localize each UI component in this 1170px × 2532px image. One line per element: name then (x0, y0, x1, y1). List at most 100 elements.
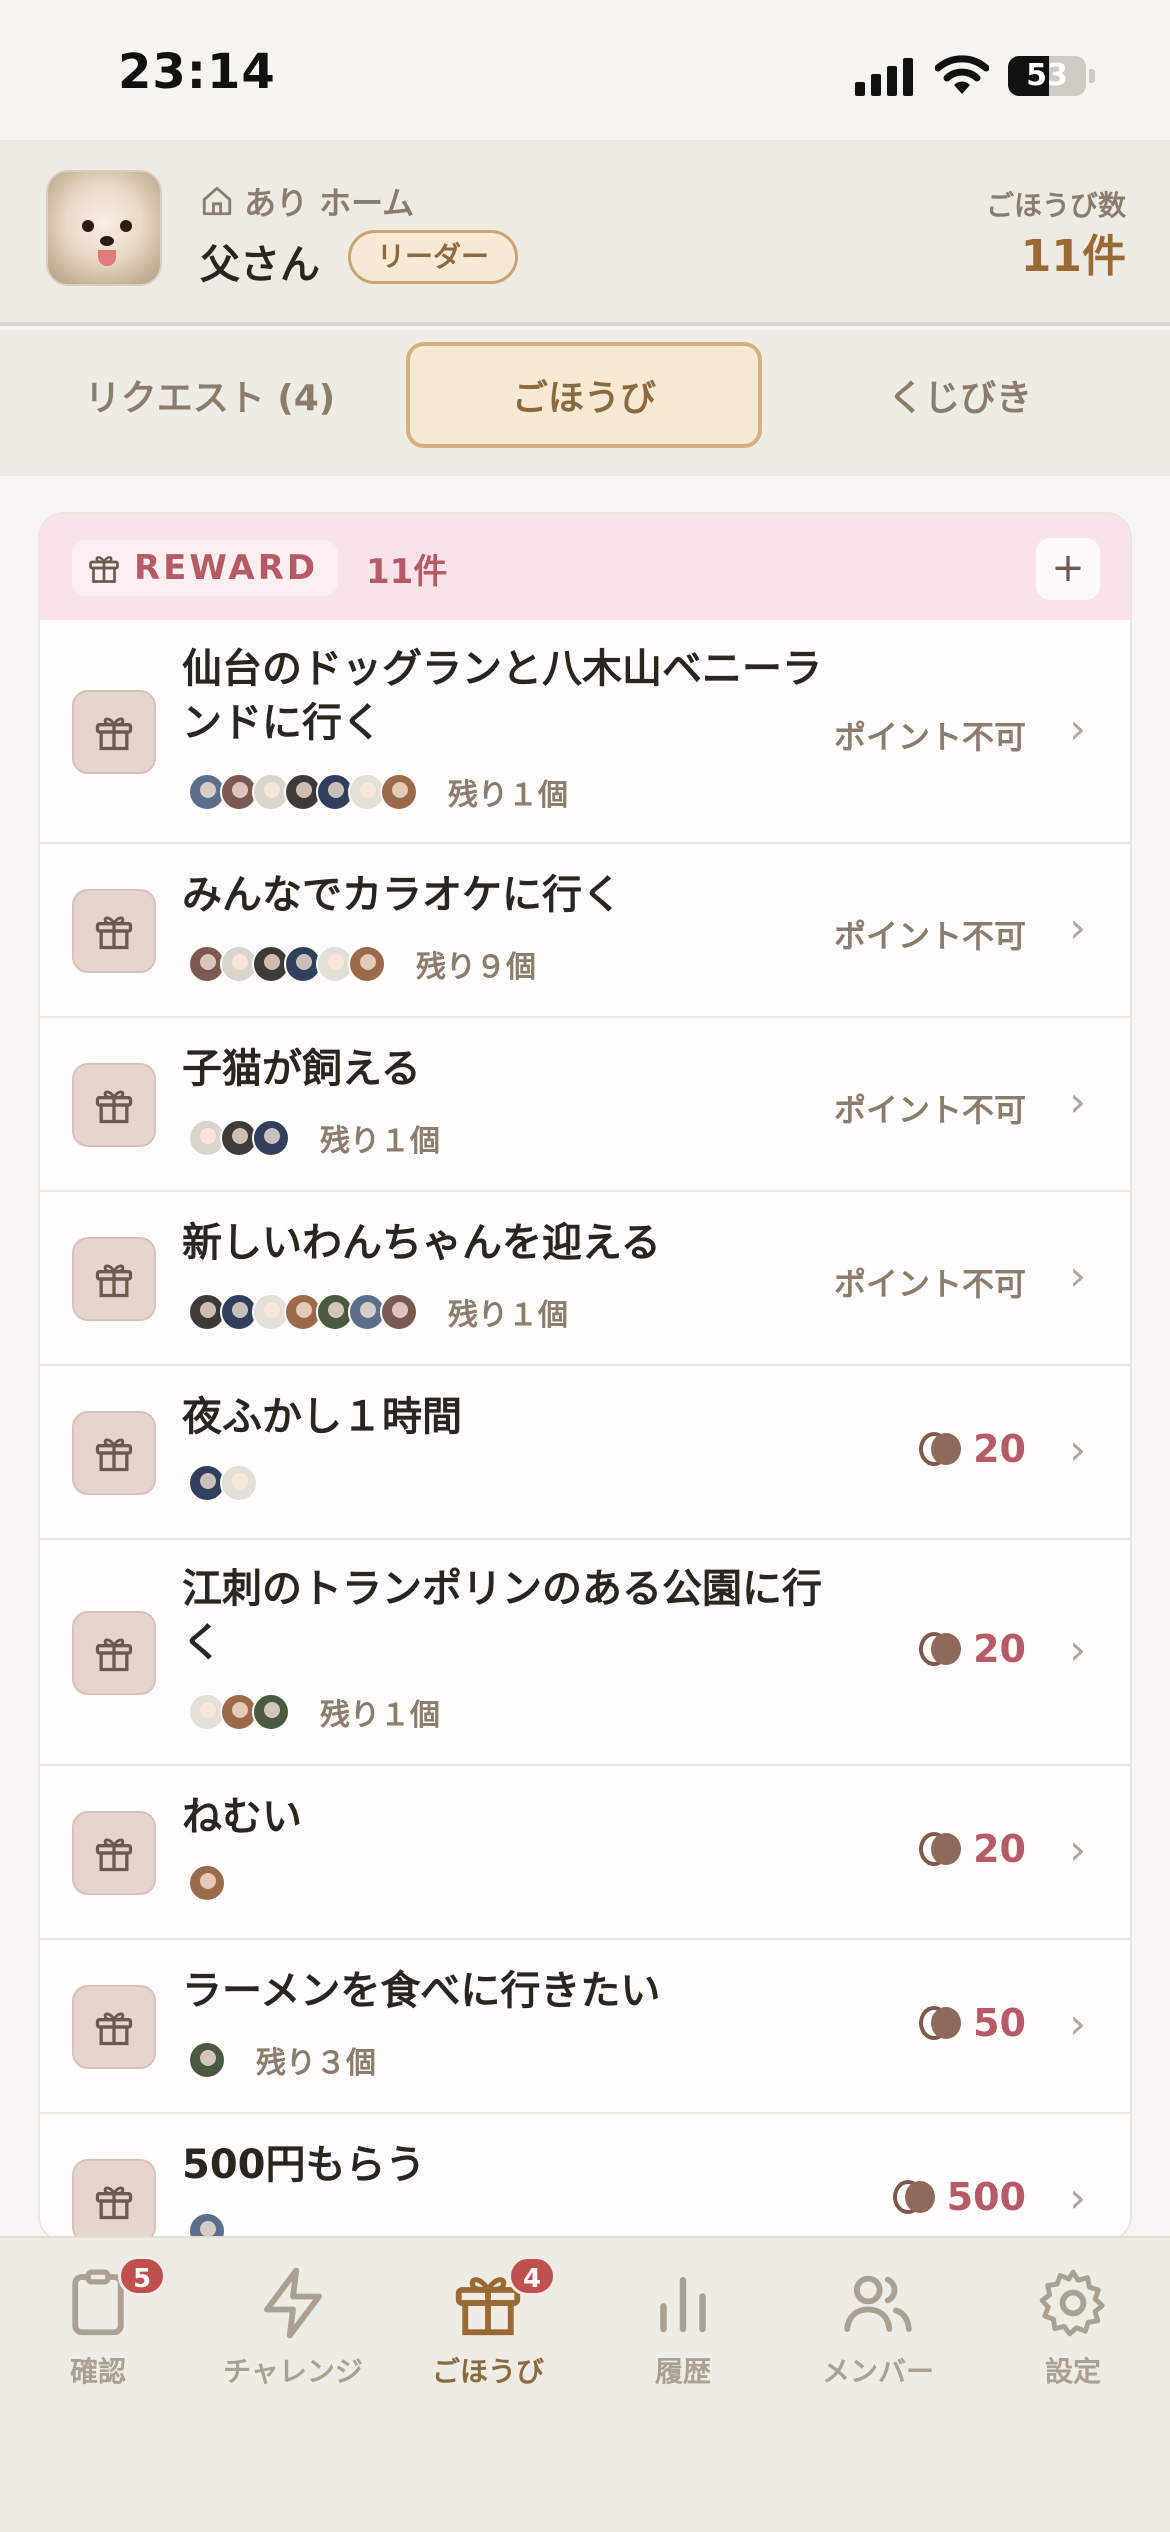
add-reward-button[interactable]: + (1036, 538, 1100, 600)
role-badge: リーダー (348, 230, 519, 284)
reward-gift-icon-box (72, 1811, 156, 1895)
chevron-right-icon: › (1069, 704, 1086, 753)
reward-title: 新しいわんちゃんを迎える (182, 1220, 661, 1266)
reward-remaining: 残り１個 (320, 1698, 440, 1733)
reward-meta: 残り９個 (188, 942, 536, 986)
status-bar: 23:14 53 (0, 0, 1170, 140)
gift-icon (95, 1638, 133, 1672)
reward-row[interactable]: 江刺のトランポリンのある公園に行く 残り１個 20 › (40, 1540, 1130, 1766)
reward-gift-icon-box (72, 690, 156, 774)
reward-section-title: REWARD (134, 548, 319, 588)
member-avatar (220, 1464, 258, 1502)
reward-meta: 残り１個 (188, 1690, 440, 1734)
cellular-signal-icon (855, 56, 915, 96)
coin-icon (892, 2180, 937, 2214)
nav-badge: 5 (118, 2256, 166, 2296)
bar-chart-icon (585, 2264, 781, 2342)
coin-icon (919, 1432, 963, 1466)
tab-requests[interactable]: リクエスト (4) (40, 342, 380, 448)
member-avatar (380, 773, 418, 811)
reward-row[interactable]: 夜ふかし１時間 20 › (40, 1366, 1130, 1540)
gift-icon (95, 916, 133, 950)
nav-bolt[interactable]: チャレンジ (195, 2264, 391, 2390)
coin-icon (919, 1632, 963, 1666)
gift-icon (89, 556, 119, 583)
coin-icon (919, 2006, 963, 2040)
reward-gift-icon-box (72, 1611, 156, 1695)
reward-points: 20 (919, 1827, 1026, 1871)
nav-bar-chart[interactable]: 履歴 (585, 2264, 781, 2390)
nav-gear[interactable]: 設定 (975, 2264, 1170, 2390)
reward-list: 仙台のドッグランと八木山ベニーランドに行く 残り１個 ポイント不可 › みんなで… (40, 620, 1130, 2240)
nav-clipboard[interactable]: 確認 5 (0, 2256, 196, 2390)
reward-card-header: REWARD 11件 + (40, 514, 1130, 620)
chevron-right-icon: › (1069, 1625, 1086, 1674)
chevron-right-icon: › (1069, 1425, 1086, 1474)
reward-gift-icon-box (72, 1411, 156, 1495)
gift-icon (95, 1438, 133, 1472)
user-name: 父さん (200, 242, 320, 288)
tab-rewards[interactable]: ごほうび (406, 342, 762, 448)
clipboard-icon (0, 2264, 196, 2342)
gift-icon (95, 1838, 133, 1872)
reward-title: 500円もらう (182, 2142, 426, 2188)
reward-points: 20 (919, 1627, 1026, 1671)
reward-row[interactable]: ラーメンを食べに行きたい 残り３個 50 › (40, 1940, 1130, 2114)
avatar[interactable] (46, 170, 162, 286)
reward-points: 50 (919, 2001, 1026, 2045)
home-name: あり ホーム (244, 184, 415, 222)
reward-gift-icon-box (72, 889, 156, 973)
nav-gift[interactable]: ごほうび 4 (390, 2256, 586, 2390)
nav-label: 履歴 (654, 2355, 711, 2388)
reward-status: ポイント不可 (833, 1265, 1026, 1303)
gift-icon (95, 717, 133, 751)
reward-remaining: 残り１個 (448, 778, 568, 813)
reward-pill: REWARD (72, 540, 339, 596)
gift-icon (95, 2186, 133, 2220)
reward-points: 500 (892, 2175, 1026, 2219)
home-row: あり ホーム (200, 178, 414, 224)
bolt-icon (195, 2264, 391, 2342)
battery-tip (1089, 69, 1095, 83)
reward-title: ねむい (182, 1794, 302, 1840)
wifi-icon (935, 55, 989, 94)
reward-row[interactable]: ねむい 20 › (40, 1766, 1130, 1940)
reward-points-value: 500 (946, 2175, 1026, 2219)
nav-badge: 4 (508, 2256, 556, 2296)
nav-label: 設定 (1044, 2355, 1101, 2388)
tab-lottery[interactable]: くじびき (790, 342, 1130, 448)
users-icon (780, 2264, 976, 2342)
bottom-navigation: 確認 5 チャレンジ ごほうび 4 履歴 メンバー 設定 (0, 2236, 1170, 2532)
reward-title: ラーメンを食べに行きたい (182, 1968, 661, 2014)
reward-meta: 残り３個 (188, 2038, 376, 2082)
gift-icon (390, 2264, 586, 2342)
reward-status: ポイント不可 (833, 917, 1026, 955)
reward-row[interactable]: 500円もらう 500 › (40, 2114, 1130, 2240)
reward-points-value: 50 (973, 2001, 1026, 2045)
reward-row[interactable]: 仙台のドッグランと八木山ベニーランドに行く 残り１個 ポイント不可 › (40, 620, 1130, 844)
chevron-right-icon: › (1069, 1999, 1086, 2048)
status-time: 23:14 (118, 44, 276, 100)
reward-section-count: 11件 (366, 552, 448, 592)
home-icon (202, 186, 232, 216)
reward-count: 11件 (1020, 231, 1126, 282)
reward-gift-icon-box (72, 1985, 156, 2069)
nav-users[interactable]: メンバー (780, 2264, 976, 2390)
member-avatar (188, 1864, 226, 1902)
reward-status: ポイント不可 (833, 1091, 1026, 1129)
reward-row[interactable]: 子猫が飼える 残り１個 ポイント不可 › (40, 1018, 1130, 1192)
reward-gift-icon-box (72, 2159, 156, 2240)
reward-count-label: ごほうび数 (985, 189, 1126, 222)
reward-meta (188, 1464, 258, 1502)
reward-row[interactable]: 新しいわんちゃんを迎える 残り１個 ポイント不可 › (40, 1192, 1130, 1366)
chevron-right-icon: › (1069, 1077, 1086, 1126)
household-header: あり ホーム 父さん リーダー ごほうび数 11件 (0, 140, 1170, 326)
reward-row[interactable]: みんなでカラオケに行く 残り９個 ポイント不可 › (40, 844, 1130, 1018)
reward-meta: 残り１個 (188, 1290, 568, 1334)
member-avatar (252, 1693, 290, 1731)
reward-remaining: 残り９個 (416, 950, 536, 985)
nav-label: 確認 (69, 2355, 126, 2388)
reward-points-value: 20 (973, 1827, 1026, 1871)
reward-points-value: 20 (973, 1627, 1026, 1671)
chevron-right-icon: › (1069, 903, 1086, 952)
